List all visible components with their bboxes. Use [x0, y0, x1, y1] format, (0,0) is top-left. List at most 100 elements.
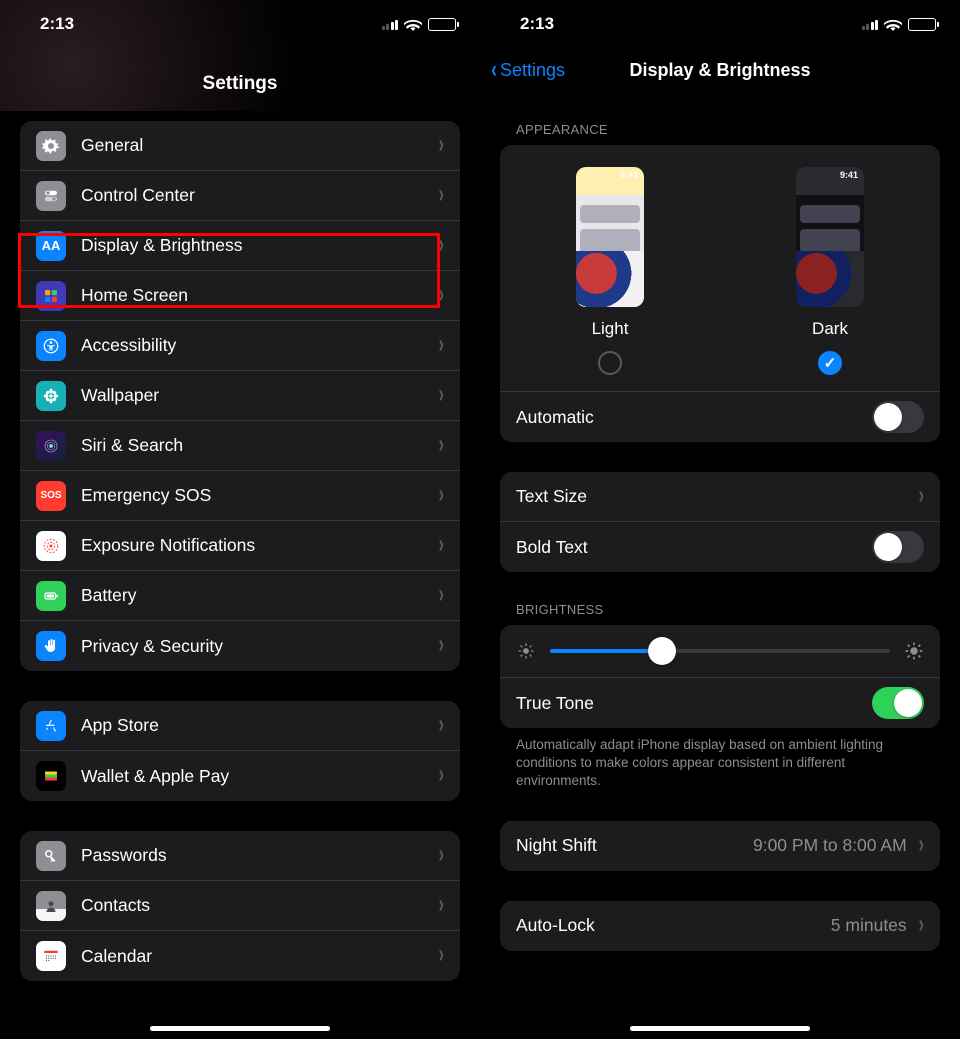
radio-checked-icon	[818, 351, 842, 375]
chevron-right-icon: ›	[439, 131, 444, 160]
calendar-icon	[36, 941, 66, 971]
auto-lock-card: Auto-Lock 5 minutes ›	[500, 901, 940, 951]
bold-text-toggle[interactable]	[872, 531, 924, 563]
true-tone-row[interactable]: True Tone	[500, 678, 940, 728]
battery-icon	[908, 18, 936, 31]
settings-row-app-store[interactable]: App Store ›	[20, 701, 460, 751]
chevron-left-icon: ‹	[491, 58, 497, 82]
automatic-toggle[interactable]	[872, 401, 924, 433]
chevron-right-icon: ›	[439, 531, 444, 560]
chevron-right-icon: ›	[439, 762, 444, 791]
chevron-right-icon: ›	[439, 381, 444, 410]
dark-preview: 9:41	[796, 167, 864, 307]
settings-row-exposure[interactable]: Exposure Notifications ›	[20, 521, 460, 571]
chevron-right-icon: ›	[439, 942, 444, 971]
row-label: Emergency SOS	[81, 485, 435, 506]
row-label: Text Size	[516, 486, 915, 507]
chevron-right-icon: ›	[439, 231, 444, 260]
row-label: Control Center	[81, 185, 435, 206]
settings-row-wallet[interactable]: Wallet & Apple Pay ›	[20, 751, 460, 801]
settings-root-screen: 2:13 Settings General › Control Center ›	[0, 0, 480, 1039]
bold-text-row[interactable]: Bold Text	[500, 522, 940, 572]
settings-row-home-screen[interactable]: Home Screen ›	[20, 271, 460, 321]
settings-row-passwords[interactable]: Passwords ›	[20, 831, 460, 881]
auto-lock-row[interactable]: Auto-Lock 5 minutes ›	[500, 901, 940, 951]
settings-row-privacy[interactable]: Privacy & Security ›	[20, 621, 460, 671]
text-size-row[interactable]: Text Size ›	[500, 472, 940, 522]
key-icon	[36, 841, 66, 871]
option-label: Light	[592, 319, 629, 339]
row-label: Battery	[81, 585, 435, 606]
status-bar: 2:13	[480, 0, 960, 48]
appearance-option-light[interactable]: 9:41 Light	[576, 167, 644, 375]
nav-bar: ‹ Settings Display & Brightness	[480, 48, 960, 92]
radio-unchecked-icon	[598, 351, 622, 375]
wallet-icon	[36, 761, 66, 791]
settings-row-contacts[interactable]: Contacts ›	[20, 881, 460, 931]
chevron-right-icon: ›	[439, 711, 444, 740]
row-detail: 9:00 PM to 8:00 AM	[753, 835, 907, 856]
text-card: Text Size › Bold Text	[500, 472, 940, 572]
row-label: Passwords	[81, 845, 435, 866]
chevron-right-icon: ›	[439, 331, 444, 360]
brightness-card: True Tone	[500, 625, 940, 728]
siri-icon	[36, 431, 66, 461]
chevron-right-icon: ›	[439, 431, 444, 460]
wifi-icon	[404, 18, 422, 30]
brightness-slider[interactable]	[500, 625, 940, 678]
settings-row-control-center[interactable]: Control Center ›	[20, 171, 460, 221]
settings-row-general[interactable]: General ›	[20, 121, 460, 171]
cellular-icon	[862, 18, 879, 30]
true-tone-toggle[interactable]	[872, 687, 924, 719]
row-label: True Tone	[516, 693, 872, 714]
row-label: Siri & Search	[81, 435, 435, 456]
row-label: Wallet & Apple Pay	[81, 766, 435, 787]
night-shift-row[interactable]: Night Shift 9:00 PM to 8:00 AM ›	[500, 821, 940, 871]
appstore-icon	[36, 711, 66, 741]
slider-track[interactable]	[550, 649, 890, 653]
row-label: Automatic	[516, 407, 872, 428]
status-icons	[382, 18, 457, 31]
row-label: Privacy & Security	[81, 636, 435, 657]
row-label: Contacts	[81, 895, 435, 916]
row-label: App Store	[81, 715, 435, 736]
row-label: Bold Text	[516, 537, 872, 558]
chevron-right-icon: ›	[439, 841, 444, 870]
row-label: Night Shift	[516, 835, 753, 856]
settings-group: App Store › Wallet & Apple Pay ›	[20, 701, 460, 801]
settings-row-wallpaper[interactable]: Wallpaper ›	[20, 371, 460, 421]
chevron-right-icon: ›	[919, 831, 924, 860]
row-label: Calendar	[81, 946, 435, 967]
sos-icon: SOS	[36, 481, 66, 511]
appearance-card: 9:41 Light 9:41 Dark	[500, 145, 940, 442]
appearance-selector: 9:41 Light 9:41 Dark	[500, 145, 940, 392]
true-tone-footer: Automatically adapt iPhone display based…	[500, 728, 940, 791]
settings-row-calendar[interactable]: Calendar ›	[20, 931, 460, 981]
sun-large-icon	[904, 641, 924, 661]
row-label: General	[81, 135, 435, 156]
text-size-icon: AA	[36, 231, 66, 261]
appearance-option-dark[interactable]: 9:41 Dark	[796, 167, 864, 375]
slider-knob[interactable]	[648, 637, 676, 665]
status-bar: 2:13	[0, 0, 480, 48]
display-brightness-screen: 2:13 ‹ Settings Display & Brightness APP…	[480, 0, 960, 1039]
settings-row-accessibility[interactable]: Accessibility ›	[20, 321, 460, 371]
page-title: Settings	[0, 48, 480, 111]
settings-group: General › Control Center › AA Display & …	[20, 121, 460, 671]
row-label: Wallpaper	[81, 385, 435, 406]
row-label: Display & Brightness	[81, 235, 435, 256]
settings-row-display-brightness[interactable]: AA Display & Brightness ›	[20, 221, 460, 271]
settings-group: Passwords › Contacts › Calendar ›	[20, 831, 460, 981]
back-button[interactable]: ‹ Settings	[490, 58, 565, 82]
battery-icon	[36, 581, 66, 611]
hand-icon	[36, 631, 66, 661]
flower-icon	[36, 381, 66, 411]
settings-row-siri[interactable]: Siri & Search ›	[20, 421, 460, 471]
chevron-right-icon: ›	[439, 281, 444, 310]
row-label: Home Screen	[81, 285, 435, 306]
automatic-row[interactable]: Automatic	[500, 392, 940, 442]
settings-row-sos[interactable]: SOS Emergency SOS ›	[20, 471, 460, 521]
accessibility-icon	[36, 331, 66, 361]
settings-row-battery[interactable]: Battery ›	[20, 571, 460, 621]
night-shift-card: Night Shift 9:00 PM to 8:00 AM ›	[500, 821, 940, 871]
